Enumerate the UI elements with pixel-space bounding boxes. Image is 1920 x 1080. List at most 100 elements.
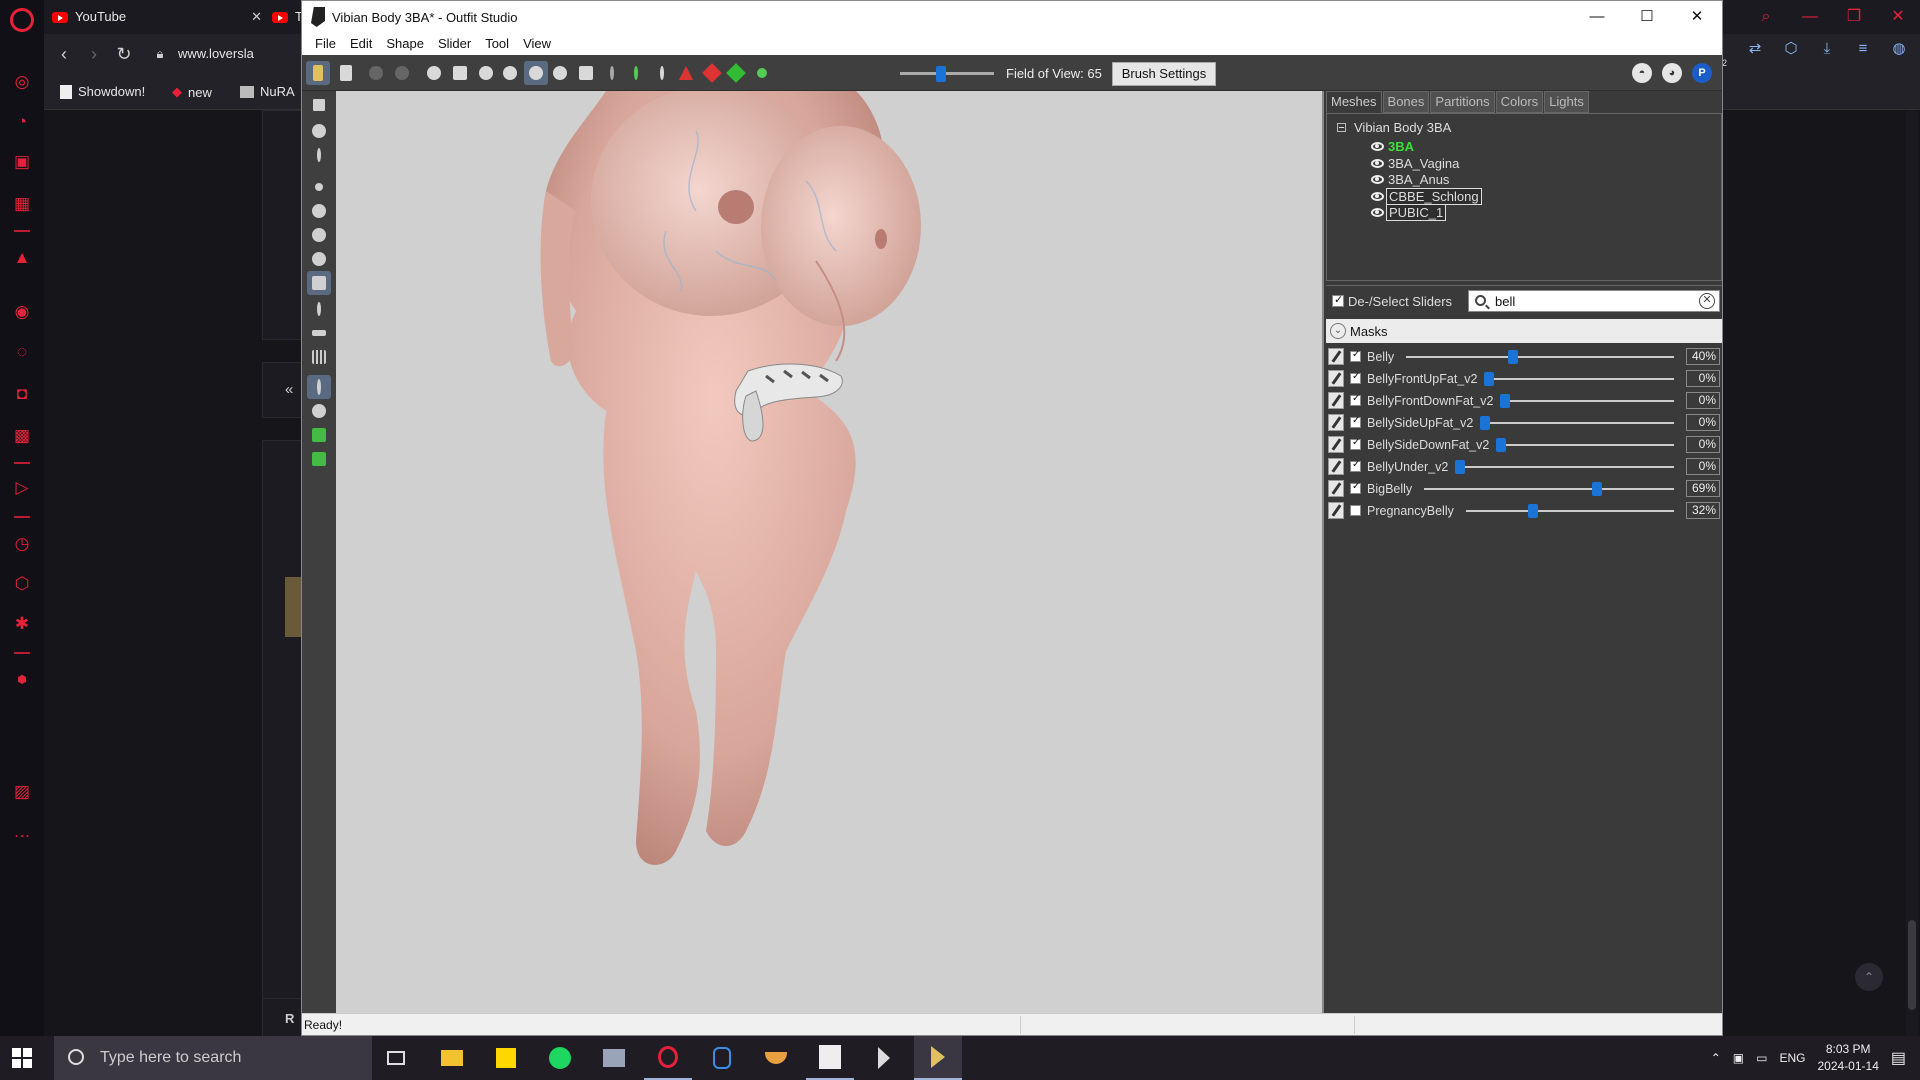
- cube-icon[interactable]: ⬡: [10, 572, 34, 596]
- slider-value[interactable]: 40%: [1686, 348, 1720, 365]
- redo-icon[interactable]: [390, 61, 414, 85]
- slider-checkbox[interactable]: [1350, 505, 1361, 516]
- slider-value[interactable]: 0%: [1686, 414, 1720, 431]
- weight-brush-icon[interactable]: [600, 61, 624, 85]
- display-icon[interactable]: ▭: [1756, 1051, 1767, 1065]
- gamepad-icon[interactable]: ◎: [10, 70, 34, 94]
- slider-checkbox[interactable]: [1350, 459, 1361, 472]
- slider-checkbox[interactable]: [1350, 481, 1361, 494]
- tree-root[interactable]: Vibian Body 3BA: [1337, 120, 1451, 135]
- file-explorer-icon[interactable]: [428, 1036, 476, 1080]
- slider-value[interactable]: 0%: [1686, 370, 1720, 387]
- vertex-select-icon[interactable]: [307, 143, 331, 167]
- slider-value[interactable]: 0%: [1686, 392, 1720, 409]
- mesh-item[interactable]: 3BA_Vagina: [1371, 155, 1461, 172]
- tab-lights[interactable]: Lights: [1544, 91, 1589, 113]
- box-icon[interactable]: ⬡: [1780, 38, 1802, 60]
- bowl-icon[interactable]: [752, 1036, 800, 1080]
- clear-search-icon[interactable]: ✕: [1699, 293, 1715, 309]
- vertex-red-icon[interactable]: [674, 61, 698, 85]
- outfit-studio-active-icon[interactable]: [914, 1036, 962, 1080]
- scrollbar-thumb[interactable]: [1908, 920, 1916, 1010]
- eye-icon[interactable]: [1371, 175, 1384, 184]
- smooth-brush-icon[interactable]: [548, 61, 572, 85]
- transform-tool-icon[interactable]: [307, 93, 331, 117]
- app-icon[interactable]: [590, 1036, 638, 1080]
- nintendo-icon[interactable]: [698, 1036, 746, 1080]
- menu-view[interactable]: View: [516, 33, 558, 55]
- edit-slider-pencil-icon[interactable]: [1328, 436, 1344, 453]
- menu-file[interactable]: File: [308, 33, 343, 55]
- move-brush-icon[interactable]: [524, 61, 548, 85]
- slider-thumb[interactable]: [1508, 350, 1519, 364]
- language-indicator[interactable]: ENG: [1779, 1051, 1805, 1065]
- slider-checkbox[interactable]: [1350, 393, 1361, 406]
- slider-track[interactable]: [1406, 350, 1674, 364]
- scroll-to-top-icon[interactable]: ⌃: [1855, 963, 1883, 991]
- deselect-sliders-checkbox[interactable]: [1332, 293, 1344, 307]
- browser-scrollbar[interactable]: [1906, 110, 1918, 1036]
- slider-track[interactable]: [1484, 372, 1674, 386]
- slider-track[interactable]: [1466, 504, 1674, 518]
- menu-tool[interactable]: Tool: [478, 33, 516, 55]
- slider-search-input[interactable]: bell ✕: [1468, 290, 1720, 312]
- select-tool-icon[interactable]: [306, 61, 330, 85]
- outfit-studio-taskbar-icon[interactable]: [860, 1036, 908, 1080]
- inflate-brush-icon[interactable]: [474, 61, 498, 85]
- mesh-item[interactable]: 3BA_Anus: [1371, 171, 1451, 188]
- vertex-green-icon[interactable]: [724, 61, 748, 85]
- masks-section[interactable]: ⌄ Masks: [1326, 319, 1722, 343]
- slider-value[interactable]: 69%: [1686, 480, 1720, 497]
- edge-tool-icon[interactable]: [750, 61, 774, 85]
- bookmark-item[interactable]: Showdown!: [60, 84, 145, 99]
- slider-checkbox[interactable]: [1350, 349, 1361, 362]
- minimize-icon[interactable]: —: [1788, 0, 1832, 34]
- close-icon[interactable]: ✕: [1876, 0, 1920, 34]
- 3d-viewport[interactable]: [336, 91, 1322, 1013]
- connected-icon[interactable]: [307, 399, 331, 423]
- vertex-diamond-icon[interactable]: [700, 61, 724, 85]
- pivot-tool-icon[interactable]: [307, 119, 331, 143]
- edit-slider-pencil-icon[interactable]: [1328, 414, 1344, 431]
- segment-tool-icon[interactable]: [307, 321, 331, 345]
- speed-dial-icon[interactable]: ◔: [10, 110, 34, 134]
- slider-thumb[interactable]: [1496, 438, 1506, 452]
- collapse-toggle-icon[interactable]: [1337, 123, 1346, 132]
- slider-checkbox[interactable]: [1350, 415, 1361, 428]
- edit-slider-pencil-icon[interactable]: [1328, 480, 1344, 497]
- instagram-icon[interactable]: ◘: [10, 382, 34, 406]
- spotify-icon[interactable]: [536, 1036, 584, 1080]
- profile-icon[interactable]: ◍: [1888, 38, 1910, 60]
- slider-track[interactable]: [1500, 394, 1674, 408]
- slider-value[interactable]: 0%: [1686, 436, 1720, 453]
- close-tab-icon[interactable]: ✕: [251, 0, 262, 34]
- wireframe-icon[interactable]: [307, 447, 331, 471]
- player-icon[interactable]: ▷: [10, 476, 34, 500]
- close-button[interactable]: ✕: [1672, 1, 1722, 33]
- menu-icon[interactable]: ≡: [1852, 38, 1874, 60]
- edit-slider-pencil-icon[interactable]: [1328, 348, 1344, 365]
- settings-icon[interactable]: ✱: [10, 612, 34, 636]
- menu-edit[interactable]: Edit: [343, 33, 379, 55]
- discord-icon[interactable]: ◓: [1632, 63, 1652, 83]
- tab-partitions[interactable]: Partitions: [1430, 91, 1495, 113]
- bone-tool-icon[interactable]: [307, 297, 331, 321]
- eye-icon[interactable]: [1371, 158, 1384, 168]
- edit-slider-pencil-icon[interactable]: [1328, 502, 1344, 519]
- cube-view-icon[interactable]: [307, 271, 331, 295]
- notification-icon[interactable]: ▤: [1891, 1048, 1906, 1068]
- slider-track[interactable]: [1480, 416, 1674, 430]
- forward-icon[interactable]: ›: [82, 42, 106, 66]
- slider-thumb[interactable]: [1484, 372, 1494, 386]
- tab-meshes[interactable]: Meshes: [1326, 91, 1382, 113]
- grid-icon[interactable]: [307, 345, 331, 369]
- slider-thumb[interactable]: [1480, 416, 1490, 430]
- slider-thumb[interactable]: [1591, 482, 1602, 496]
- task-view-icon[interactable]: [372, 1036, 420, 1080]
- mesh-item[interactable]: PUBIC_1: [1371, 204, 1447, 221]
- bookmark-item[interactable]: NuRA: [240, 84, 295, 99]
- whatsapp-icon[interactable]: ◌: [10, 340, 34, 364]
- brush-size-medium-icon[interactable]: [307, 199, 331, 223]
- fov-slider-thumb[interactable]: [936, 66, 946, 82]
- bookmark-item[interactable]: ◆ new: [172, 84, 212, 100]
